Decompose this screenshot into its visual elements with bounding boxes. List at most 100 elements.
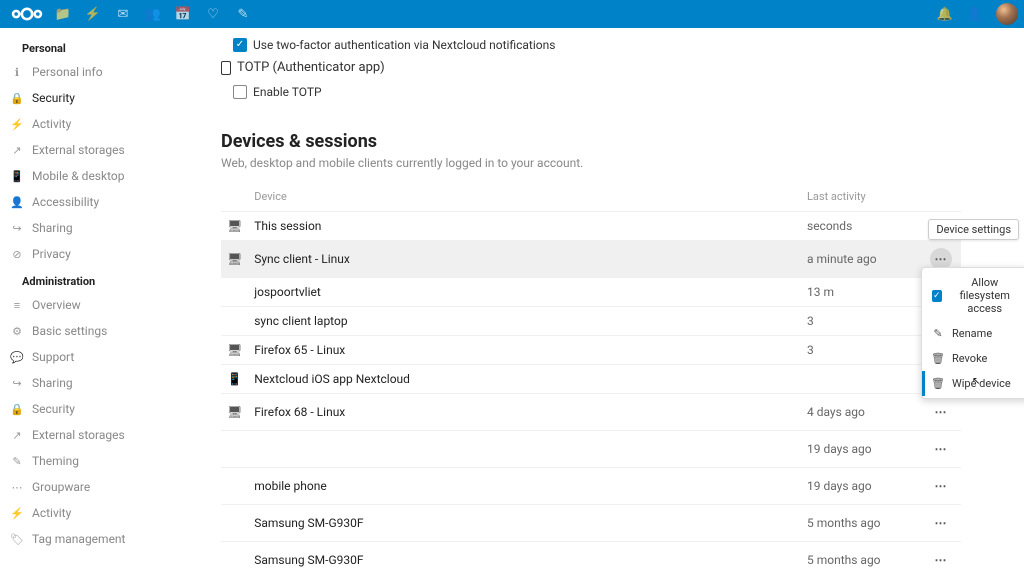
device-actions-button[interactable]: ⋯ <box>930 401 952 423</box>
deck-icon[interactable]: ♡ <box>198 0 228 28</box>
device-actions-menu: Allow filesystem access✎Rename🗑Revoke🗑Wi… <box>921 267 1024 399</box>
sidebar-item-icon: ⚡ <box>10 118 24 131</box>
device-actions-cell: ⋯ <box>921 542 961 576</box>
sidebar-item-tag-management[interactable]: 🏷Tag management <box>0 526 180 552</box>
mail-icon[interactable]: ✉ <box>108 0 138 28</box>
sidebar-item-icon: ↪ <box>10 377 24 390</box>
sidebar-item-support[interactable]: 💬Support <box>0 344 180 370</box>
sidebar-item-personal-info[interactable]: ℹPersonal info <box>0 59 180 85</box>
sidebar-item-security[interactable]: 🔒 Security <box>0 85 180 111</box>
col-device: Device <box>248 182 801 212</box>
device-last-activity: 13 m <box>801 278 921 307</box>
device-name <box>248 431 801 468</box>
twofactor-nc-notif-label: Use two-factor authentication via Nextcl… <box>253 38 555 52</box>
checkbox-checked-icon[interactable] <box>233 38 247 52</box>
sidebar-item-icon: 🔒 <box>10 92 24 105</box>
device-last-activity: 5 months ago <box>801 542 921 576</box>
sidebar-item-external-storages[interactable]: ↗External storages <box>0 137 180 163</box>
contacts-icon[interactable]: 👥 <box>138 0 168 28</box>
menu-revoke[interactable]: 🗑Revoke <box>922 346 1024 371</box>
device-row: Samsung SM-G930F5 months ago⋯ <box>221 505 961 542</box>
device-actions-cell: ⋯ <box>921 431 961 468</box>
device-actions-button[interactable]: ⋯ <box>930 549 952 571</box>
sidebar-item-accessibility[interactable]: 👤 Accessibility <box>0 189 180 215</box>
sidebar-item-icon: ⋯ <box>10 481 24 494</box>
device-last-activity: 19 days ago <box>801 431 921 468</box>
sidebar-item-security[interactable]: 🔒Security <box>0 396 180 422</box>
sidebar-item-label: External storages <box>32 143 125 157</box>
device-name: Firefox 68 - Linux <box>248 394 801 431</box>
device-actions-button[interactable]: ⋯ <box>930 475 952 497</box>
devices-heading: Devices & sessions <box>221 131 1024 152</box>
sidebar-item-label: Privacy <box>32 247 71 261</box>
sidebar-item-label: Accessibility <box>32 195 99 209</box>
sidebar-item-sharing[interactable]: ↪Sharing <box>0 370 180 396</box>
device-last-activity: 5 months ago <box>801 505 921 542</box>
device-row: 19 days ago ⋯ <box>221 431 961 468</box>
settings-sidebar: Personal ℹPersonal info🔒Security⚡Activit… <box>0 28 180 576</box>
nextcloud-logo[interactable] <box>6 6 48 22</box>
user-avatar[interactable] <box>996 3 1018 25</box>
sidebar-item-icon: ⚙ <box>10 325 24 338</box>
sidebar-heading-admin: Administration <box>0 267 180 292</box>
sidebar-item-icon: 👤 <box>10 196 24 209</box>
menu-rename[interactable]: ✎Rename <box>922 321 1024 346</box>
menu-wipe-device[interactable]: 🗑Wipe device↖ <box>922 371 1024 396</box>
device-row: 🖥Sync client - Linuxa minute ago⋯Device … <box>221 241 961 278</box>
device-last-activity: a minute ago <box>801 241 921 278</box>
device-type-icon: 🖥 <box>221 241 248 278</box>
devices-table: Device Last activity 🖥This sessionsecond… <box>221 182 961 576</box>
menu-allow-filesystem[interactable]: Allow filesystem access <box>922 270 1024 321</box>
device-actions-button[interactable]: ⋯ <box>930 438 952 460</box>
device-actions-cell: ⋯Device settingsAllow filesystem access✎… <box>921 241 961 278</box>
sidebar-item-icon: ℹ <box>10 66 24 79</box>
twofactor-nc-notif-row[interactable]: Use two-factor authentication via Nextcl… <box>233 38 1024 52</box>
device-last-activity: seconds <box>801 212 921 241</box>
phone-icon <box>221 61 231 75</box>
sidebar-item-basic-settings[interactable]: ⚙Basic settings <box>0 318 180 344</box>
checkbox-empty-icon[interactable] <box>233 85 247 99</box>
calendar-icon[interactable]: 📅 <box>168 0 198 28</box>
device-type-icon: 🖥 <box>221 336 248 365</box>
sidebar-item-label: Security <box>32 91 75 105</box>
activity-icon[interactable]: ⚡ <box>78 0 108 28</box>
sidebar-item-theming[interactable]: ✎Theming <box>0 448 180 474</box>
device-last-activity: 19 days ago <box>801 468 921 505</box>
sidebar-item-icon: ≡ <box>10 299 24 312</box>
sidebar-item-icon: ↗ <box>10 429 24 442</box>
device-type-icon <box>221 505 248 542</box>
sidebar-item-sharing[interactable]: ↪Sharing <box>0 215 180 241</box>
totp-heading: TOTP (Authenticator app) <box>221 60 1024 75</box>
device-name: sync client laptop <box>248 307 801 336</box>
device-last-activity: 3 <box>801 307 921 336</box>
sidebar-item-icon: 🔒 <box>10 403 24 416</box>
device-type-icon <box>221 278 248 307</box>
device-actions-button[interactable]: ⋯ <box>930 512 952 534</box>
device-last-activity <box>801 365 921 394</box>
device-name: jospoortvliet <box>248 278 801 307</box>
notes-icon[interactable]: ✎ <box>228 0 258 28</box>
sidebar-item-overview[interactable]: ≡ Overview <box>0 292 180 318</box>
enable-totp-row[interactable]: Enable TOTP <box>233 85 1024 99</box>
device-name: Samsung SM-G930F <box>248 542 801 576</box>
sidebar-item-label: Overview <box>32 298 81 312</box>
contacts-menu-icon[interactable]: 👤 <box>960 0 990 28</box>
sidebar-item-groupware[interactable]: ⋯Groupware <box>0 474 180 500</box>
notifications-icon[interactable]: 🔔 <box>930 0 960 28</box>
sidebar-item-external-storages[interactable]: ↗External storages <box>0 422 180 448</box>
device-row: 🖥Firefox 65 - Linux3 <box>221 336 961 365</box>
sidebar-item-privacy[interactable]: ⊘ Privacy <box>0 241 180 267</box>
device-type-icon <box>221 468 248 505</box>
sidebar-item-activity[interactable]: ⚡Activity <box>0 111 180 137</box>
sidebar-item-icon: 💬 <box>10 351 24 364</box>
sidebar-item-mobile-desktop[interactable]: 📱Mobile & desktop <box>0 163 180 189</box>
sidebar-item-icon: ⚡ <box>10 507 24 520</box>
device-row: jospoortvliet13 m <box>221 278 961 307</box>
files-icon[interactable]: 📁 <box>48 0 78 28</box>
sidebar-item-icon: ⊘ <box>10 248 24 261</box>
device-actions-cell: ⋯ <box>921 394 961 431</box>
sidebar-item-label: Activity <box>32 506 71 520</box>
pencil-icon: ✎ <box>932 327 944 340</box>
device-name: This session <box>248 212 801 241</box>
sidebar-item-activity[interactable]: ⚡ Activity <box>0 500 180 526</box>
